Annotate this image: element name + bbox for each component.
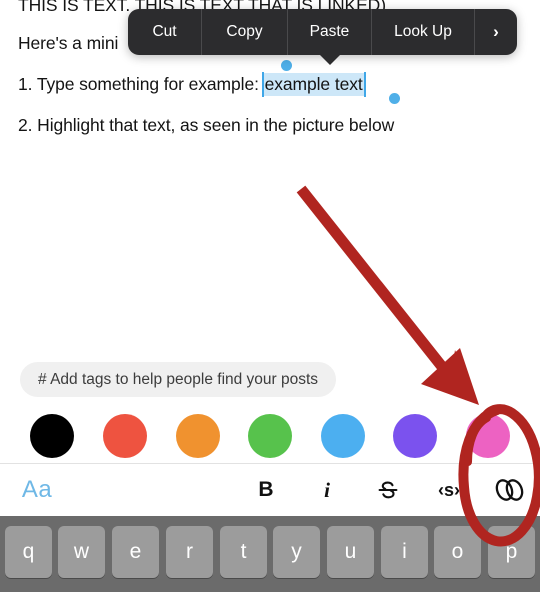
key-o[interactable]: o xyxy=(434,526,481,578)
color-swatch-orange[interactable] xyxy=(176,414,220,458)
note-editor-screen: THIS IS TEXT. THIS IS TEXT THAT IS LINKE… xyxy=(0,0,540,592)
color-swatch-pink[interactable] xyxy=(466,414,510,458)
link-icon xyxy=(495,479,524,501)
step-1-prefix: 1. Type something for example: xyxy=(18,74,264,94)
key-i[interactable]: i xyxy=(381,526,428,578)
selection-caret-start xyxy=(261,72,264,97)
body-line-intro: Here's a mini xyxy=(18,33,119,53)
selected-text-value: example text xyxy=(264,74,363,94)
key-y[interactable]: y xyxy=(273,526,320,578)
context-menu-item-paste[interactable]: Paste xyxy=(288,9,372,55)
color-swatch-green[interactable] xyxy=(248,414,292,458)
color-swatch-purple[interactable] xyxy=(393,414,437,458)
selection-handle-end[interactable] xyxy=(389,93,400,104)
context-menu-more-chevron-right-icon[interactable]: › xyxy=(475,9,517,55)
key-r[interactable]: r xyxy=(166,526,213,578)
link-button[interactable] xyxy=(489,464,529,516)
body-line-step-1: 1. Type something for example: example t… xyxy=(18,72,366,97)
color-swatch-red[interactable] xyxy=(103,414,147,458)
strikethrough-button[interactable] xyxy=(370,464,406,516)
text-context-menu: Cut Copy Paste Look Up › xyxy=(128,9,517,55)
italic-button[interactable]: i xyxy=(309,464,345,516)
selected-text[interactable]: example text xyxy=(261,72,366,97)
key-w[interactable]: w xyxy=(58,526,105,578)
color-picker-row xyxy=(0,414,540,460)
selection-caret-end xyxy=(363,72,366,97)
context-menu-tail xyxy=(318,53,342,65)
tag-input-placeholder: # Add tags to help people find your post… xyxy=(38,370,319,388)
color-swatch-blue[interactable] xyxy=(321,414,365,458)
key-t[interactable]: t xyxy=(220,526,267,578)
code-button[interactable]: ‹s› xyxy=(429,464,469,516)
font-size-button[interactable]: Aa xyxy=(14,464,60,516)
selection-handle-start[interactable] xyxy=(281,60,292,71)
format-toolbar: Aa B i ‹s› xyxy=(0,464,540,516)
color-swatch-black[interactable] xyxy=(30,414,74,458)
key-u[interactable]: u xyxy=(327,526,374,578)
onscreen-keyboard: q w e r t y u i o p xyxy=(0,516,540,592)
bold-button[interactable]: B xyxy=(248,464,284,516)
body-line-step-2: 2. Highlight that text, as seen in the p… xyxy=(18,115,395,135)
context-menu-item-copy[interactable]: Copy xyxy=(202,9,288,55)
strikethrough-icon xyxy=(378,481,398,499)
key-e[interactable]: e xyxy=(112,526,159,578)
tag-input[interactable]: # Add tags to help people find your post… xyxy=(20,362,337,397)
key-q[interactable]: q xyxy=(5,526,52,578)
key-p[interactable]: p xyxy=(488,526,535,578)
context-menu-item-look-up[interactable]: Look Up xyxy=(372,9,475,55)
context-menu-item-cut[interactable]: Cut xyxy=(128,9,202,55)
